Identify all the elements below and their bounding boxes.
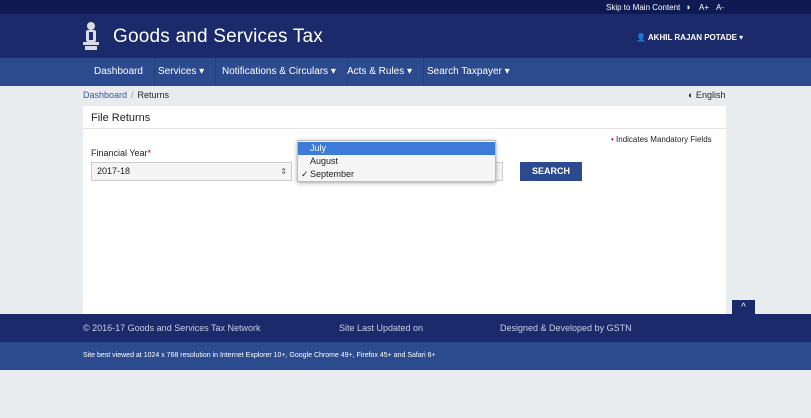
dropdown-option-september-label: September bbox=[310, 169, 355, 179]
breadcrumb-current: Returns bbox=[137, 90, 170, 100]
dropdown-option-september[interactable]: ✓ September bbox=[298, 168, 495, 181]
emblem-icon bbox=[83, 22, 99, 50]
user-menu[interactable]: 👤 AKHIL RAJAN POTADE ▾ bbox=[636, 33, 743, 42]
panel-divider bbox=[83, 128, 726, 129]
footer-main: © 2016-17 Goods and Services Tax Network… bbox=[0, 314, 811, 342]
main-nav: Dashboard Services ▾ Notifications & Cir… bbox=[0, 58, 811, 86]
nav-dashboard[interactable]: Dashboard bbox=[83, 58, 155, 86]
dropdown-option-august[interactable]: August bbox=[298, 155, 495, 168]
breadcrumb: Dashboard / Returns bbox=[83, 90, 169, 100]
font-increase-button[interactable]: A+ bbox=[699, 3, 709, 12]
site-header: Goods and Services Tax 👤 AKHIL RAJAN POT… bbox=[0, 14, 811, 58]
top-utility-bar: Skip to Main Content ◑ A+ A- bbox=[0, 0, 811, 14]
site-title[interactable]: Goods and Services Tax bbox=[113, 26, 323, 48]
financial-year-label: Financial Year* bbox=[91, 148, 151, 158]
required-star: * bbox=[147, 148, 152, 158]
return-period-dropdown: July August ✓ September bbox=[297, 140, 496, 182]
skip-to-main-link[interactable]: Skip to Main Content bbox=[606, 3, 680, 12]
footer-browser-note-text: Site best viewed at 1024 x 768 resolutio… bbox=[83, 352, 436, 359]
nav-notifications[interactable]: Notifications & Circulars ▾ bbox=[211, 58, 348, 86]
financial-year-value: 2017-18 bbox=[97, 166, 131, 176]
select-arrows-icon: ⇕ bbox=[280, 167, 287, 176]
nav-services[interactable]: Services ▾ bbox=[147, 58, 217, 86]
language-selector[interactable]: ◐ English bbox=[688, 90, 725, 100]
footer-designed-by: Designed & Developed by GSTN bbox=[500, 323, 632, 333]
font-decrease-button[interactable]: A- bbox=[716, 3, 724, 12]
footer-last-updated: Site Last Updated on bbox=[339, 323, 424, 333]
file-returns-panel: File Returns • Indicates Mandatory Field… bbox=[83, 106, 726, 314]
footer-browser-note: Site best viewed at 1024 x 768 resolutio… bbox=[0, 342, 811, 370]
panel-title: File Returns bbox=[91, 112, 151, 124]
dropdown-option-july[interactable]: July bbox=[298, 142, 495, 155]
nav-search-taxpayer[interactable]: Search Taxpayer ▾ bbox=[416, 58, 521, 86]
mandatory-note: • Indicates Mandatory Fields bbox=[611, 135, 712, 144]
checkmark-icon: ✓ bbox=[301, 169, 309, 179]
contrast-icon[interactable]: ◑ bbox=[685, 2, 690, 12]
nav-acts-rules[interactable]: Acts & Rules ▾ bbox=[336, 58, 425, 86]
mandatory-text: Indicates Mandatory Fields bbox=[613, 135, 712, 144]
search-button[interactable]: SEARCH bbox=[520, 162, 582, 181]
breadcrumb-separator: / bbox=[131, 90, 134, 100]
breadcrumb-dashboard-link[interactable]: Dashboard bbox=[83, 90, 127, 100]
footer-copyright: © 2016-17 Goods and Services Tax Network bbox=[83, 323, 261, 333]
financial-year-select[interactable]: 2017-18 ⇕ bbox=[91, 162, 292, 181]
financial-year-label-text: Financial Year bbox=[91, 148, 148, 158]
